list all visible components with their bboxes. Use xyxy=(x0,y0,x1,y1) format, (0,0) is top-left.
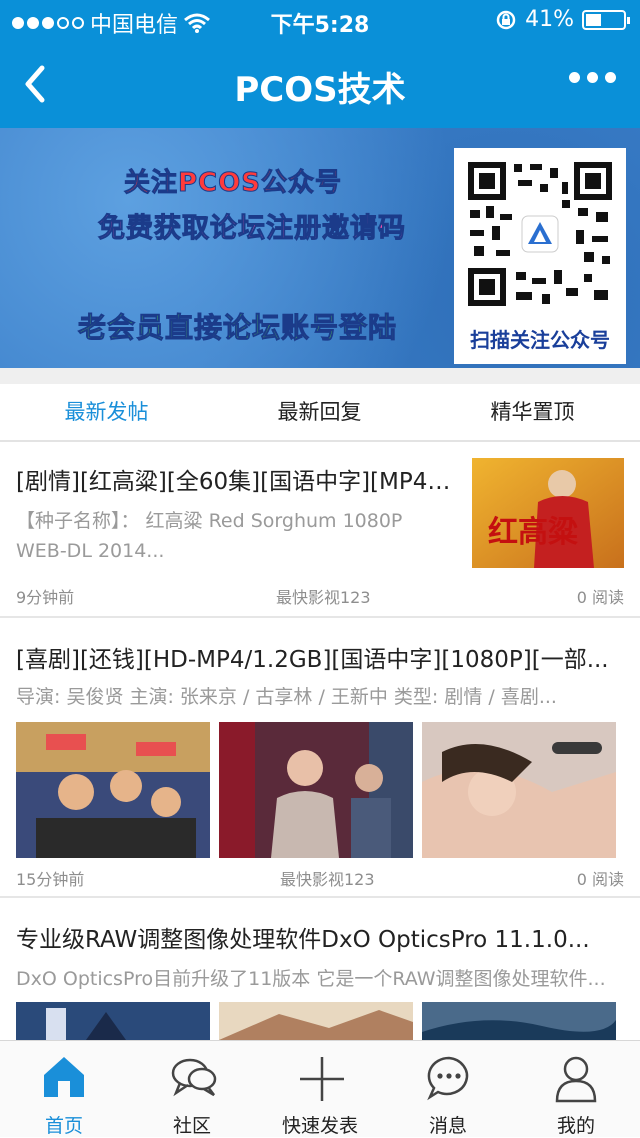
post-title: [剧情][红高粱][全60集][国语中字][MP4/1.1GB/集] xyxy=(16,469,456,495)
tabbar-label: 社区 xyxy=(172,1115,211,1137)
user-icon xyxy=(555,1056,597,1103)
post-title: 专业级RAW调整图像处理软件DxO OpticsPro 11.1.0... xyxy=(16,927,590,953)
tabbar-home[interactable]: 首页 xyxy=(0,1041,128,1137)
battery-area: 41% xyxy=(495,7,630,32)
feed-tabs: 最新发帖 最新回复 精华置顶 xyxy=(0,384,640,442)
home-icon xyxy=(44,1057,84,1097)
tabbar-community[interactable]: 社区 xyxy=(128,1041,256,1137)
post-image xyxy=(16,1002,210,1040)
post-time: 15分钟前 xyxy=(16,870,85,889)
post-read-count: 0 阅读 xyxy=(576,870,624,889)
tabbar-quick-post[interactable]: 快速发表 xyxy=(256,1041,384,1137)
tab-featured[interactable]: 精华置顶 xyxy=(426,384,639,440)
section-divider xyxy=(0,368,640,384)
tabbar-profile[interactable]: 我的 xyxy=(512,1041,640,1137)
tabbar-label: 快速发表 xyxy=(281,1115,358,1137)
promo-banner[interactable]: 关注PCOS公众号 免费获取论坛注册邀请码 老会员直接论坛账号登陆 扫描关注公众… xyxy=(0,128,640,368)
post-item[interactable]: [剧情][红高粱][全60集][国语中字][MP4/1.1GB/集] 【种子名称… xyxy=(0,442,640,618)
post-image xyxy=(422,1002,616,1040)
post-excerpt: DxO OpticsPro目前升级了11版本 它是一个RAW调整图像处理软件..… xyxy=(16,968,606,990)
banner-line-3: 老会员直接论坛账号登陆 xyxy=(77,311,398,345)
tabbar-label: 消息 xyxy=(428,1115,467,1137)
post-author[interactable]: 最快影视123 xyxy=(280,866,375,890)
chat-bubbles-icon xyxy=(171,1058,217,1097)
tabbar-label: 我的 xyxy=(556,1115,595,1137)
qr-code-card: 扫描关注公众号 xyxy=(454,148,626,364)
battery-icon xyxy=(582,9,630,30)
post-read-count: 0 阅读 xyxy=(576,588,624,607)
post-image xyxy=(422,722,616,858)
post-image xyxy=(219,1002,413,1040)
message-icon xyxy=(427,1056,469,1101)
tab-latest-posts[interactable]: 最新发帖 xyxy=(0,384,213,440)
qr-caption: 扫描关注公众号 xyxy=(470,328,610,352)
banner-line-1: 关注PCOS公众号 xyxy=(124,168,342,199)
bottom-tab-bar: 首页 社区 快速发表 消息 我的 xyxy=(0,1040,640,1137)
nav-bar: PCOS技术 xyxy=(0,40,640,128)
status-bar: 中国电信 下午5:28 41% xyxy=(0,0,640,40)
tabbar-messages[interactable]: 消息 xyxy=(384,1041,512,1137)
thumbnail-caption: 红高粱 xyxy=(488,515,578,550)
page-title: PCOS技术 xyxy=(234,70,406,110)
post-image xyxy=(219,722,413,858)
post-item[interactable]: [喜剧][还钱][HD-MP4/1.2GB][国语中字][1080P][一部..… xyxy=(0,618,640,898)
tabbar-label: 首页 xyxy=(44,1115,83,1137)
battery-percent: 41% xyxy=(525,7,574,32)
qr-code-image xyxy=(466,160,614,308)
post-author[interactable]: 最快影视123 xyxy=(276,584,371,608)
post-thumbnail: 红高粱 xyxy=(472,458,624,568)
rotation-lock-icon xyxy=(496,10,516,29)
post-title: [喜剧][还钱][HD-MP4/1.2GB][国语中字][1080P][一部..… xyxy=(16,647,609,673)
more-icon[interactable] xyxy=(569,72,616,83)
post-image xyxy=(16,722,210,858)
tab-latest-replies[interactable]: 最新回复 xyxy=(213,384,426,440)
plus-icon xyxy=(300,1057,344,1101)
post-time: 9分钟前 xyxy=(16,588,75,607)
post-excerpt: 【种子名称】： 红高粱 Red Sorghum 1080P WEB-DL 201… xyxy=(16,510,403,562)
post-excerpt: 导演: 吴俊贤 主演: 张来京 / 古享林 / 王新中 类型: 剧情 / 喜剧.… xyxy=(16,686,557,708)
banner-line-2: 免费获取论坛注册邀请码 xyxy=(98,213,406,245)
post-item[interactable]: 专业级RAW调整图像处理软件DxO OpticsPro 11.1.0... Dx… xyxy=(0,898,640,1040)
